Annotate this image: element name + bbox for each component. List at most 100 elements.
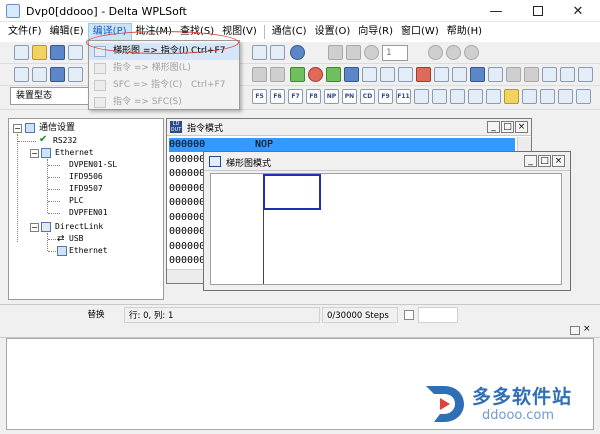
instruction-row[interactable]: 000000 NOP: [169, 138, 515, 152]
maximize-button[interactable]: □: [538, 155, 551, 167]
print-icon[interactable]: [68, 45, 83, 60]
reset-icon[interactable]: [452, 67, 467, 82]
status-bar: 替换 行: 0, 列: 1 0/30000 Steps: [0, 304, 600, 324]
tree-line: [48, 201, 60, 202]
transition-icon[interactable]: [540, 89, 555, 104]
menu-help[interactable]: 帮助(H): [443, 23, 486, 41]
search-icon[interactable]: [524, 67, 539, 82]
check-icon[interactable]: [542, 67, 557, 82]
monitor-stop-icon[interactable]: [488, 67, 503, 82]
tree-item-plc[interactable]: PLC: [69, 195, 83, 207]
close-icon[interactable]: ×: [583, 324, 591, 334]
step-icon[interactable]: [522, 89, 537, 104]
instruction-window-title: 指令模式: [187, 124, 224, 134]
ladder-canvas[interactable]: [210, 173, 562, 285]
coil-pn-icon[interactable]: PN: [342, 89, 357, 104]
sfc-mode-icon[interactable]: [50, 67, 65, 82]
zoom-out-icon[interactable]: [270, 45, 285, 60]
collapse-icon[interactable]: −: [13, 124, 22, 133]
menu-settings[interactable]: 设置(O): [311, 23, 355, 41]
collapse-icon[interactable]: −: [30, 149, 39, 158]
mail-icon[interactable]: [504, 89, 519, 104]
maximize-button[interactable]: □: [501, 121, 514, 133]
menu-wizard[interactable]: 向导(R): [354, 23, 397, 41]
menu-sfc-to-instruction[interactable]: SFC => 指令(C) Ctrl+F7: [89, 77, 239, 94]
info-icon[interactable]: [364, 45, 379, 60]
instruction-address: 000000: [169, 226, 206, 237]
cross-ref-icon[interactable]: [560, 67, 575, 82]
contact-f6-icon[interactable]: F6: [270, 89, 285, 104]
insert-row-icon[interactable]: [468, 89, 483, 104]
minimize-button[interactable]: _: [524, 155, 537, 167]
save-icon[interactable]: [50, 45, 65, 60]
convert-icon: [94, 97, 106, 108]
online-icon[interactable]: [290, 67, 305, 82]
compare-icon[interactable]: [362, 67, 377, 82]
menu-file[interactable]: 文件(F): [4, 23, 46, 41]
tree-item-ifd9506[interactable]: IFD9506: [69, 171, 103, 183]
convergence-icon[interactable]: [576, 89, 591, 104]
device-table-icon[interactable]: [380, 67, 395, 82]
step-spinbox[interactable]: 1: [382, 45, 408, 61]
out-f9-icon[interactable]: F9: [378, 89, 393, 104]
menu-instruction-to-sfc[interactable]: 指令 => SFC(S): [89, 94, 239, 111]
close-button[interactable]: ✕: [558, 0, 598, 22]
read-plc-icon[interactable]: [344, 67, 359, 82]
minimize-button[interactable]: _: [487, 121, 500, 133]
force-on-icon[interactable]: [416, 67, 431, 82]
format-tool-icon[interactable]: [270, 67, 285, 82]
contact-f5-icon[interactable]: F5: [252, 89, 267, 104]
device-icon[interactable]: [346, 45, 361, 60]
new-file-icon[interactable]: [14, 45, 29, 60]
register-icon[interactable]: [398, 67, 413, 82]
tree-item-dvpen01[interactable]: DVPEN01-SL: [69, 159, 117, 171]
stop-icon[interactable]: [428, 45, 443, 60]
delete-line-icon[interactable]: [450, 89, 465, 104]
tree-item-rs232[interactable]: RS232: [53, 135, 77, 147]
refresh-icon[interactable]: [446, 45, 461, 60]
monitor-icon[interactable]: [328, 45, 343, 60]
tree-item-directlink-ethernet[interactable]: Ethernet: [69, 245, 108, 257]
menu-window[interactable]: 窗口(W): [397, 23, 443, 41]
run-icon[interactable]: [464, 45, 479, 60]
out-cd-icon[interactable]: CD: [360, 89, 375, 104]
search-device-icon[interactable]: [506, 67, 521, 82]
tree-item-ifd9507[interactable]: IFD9507: [69, 183, 103, 195]
coil-np-icon[interactable]: NP: [324, 89, 339, 104]
vertical-line-icon[interactable]: [414, 89, 429, 104]
delete-row-icon[interactable]: [486, 89, 501, 104]
menu-edit[interactable]: 编辑(E): [46, 23, 88, 41]
monitor-start-icon[interactable]: [470, 67, 485, 82]
close-button[interactable]: ×: [552, 155, 565, 167]
tree-item-ethernet[interactable]: Ethernet: [55, 147, 94, 159]
minimize-button[interactable]: —: [476, 0, 516, 22]
tree-item-directlink[interactable]: DirectLink: [55, 221, 103, 233]
help-icon[interactable]: [290, 45, 305, 60]
write-plc-icon[interactable]: [326, 67, 341, 82]
divergence-icon[interactable]: [558, 89, 573, 104]
restore-button[interactable]: [570, 326, 580, 335]
collapse-icon[interactable]: −: [30, 223, 39, 232]
zoom-in-icon[interactable]: [252, 45, 267, 60]
close-button[interactable]: ×: [515, 121, 528, 133]
out-f11-icon[interactable]: F11: [396, 89, 411, 104]
tree-item-usb[interactable]: USB: [69, 233, 83, 245]
contact-f7-icon[interactable]: F7: [288, 89, 303, 104]
instruction-mode-icon[interactable]: [32, 67, 47, 82]
maximize-button[interactable]: [518, 0, 558, 22]
tree-item-dvpfen01[interactable]: DVPFEN01: [69, 207, 108, 219]
instruction-address: 000000: [169, 153, 206, 165]
edit-tool-icon[interactable]: [252, 67, 267, 82]
list-icon[interactable]: [578, 67, 593, 82]
comment-mode-icon[interactable]: [68, 67, 83, 82]
horizontal-line-icon[interactable]: [432, 89, 447, 104]
ladder-mode-icon[interactable]: [14, 67, 29, 82]
tree-line: [47, 233, 48, 251]
tree-root[interactable]: 通信设置: [39, 122, 75, 134]
force-off-icon[interactable]: [434, 67, 449, 82]
menu-instruction-to-ladder[interactable]: 指令 => 梯形图(L): [89, 60, 239, 77]
menu-communication[interactable]: 通信(C): [268, 23, 311, 41]
offline-icon[interactable]: [308, 67, 323, 82]
contact-f8-icon[interactable]: F8: [306, 89, 321, 104]
open-folder-icon[interactable]: [32, 45, 47, 60]
